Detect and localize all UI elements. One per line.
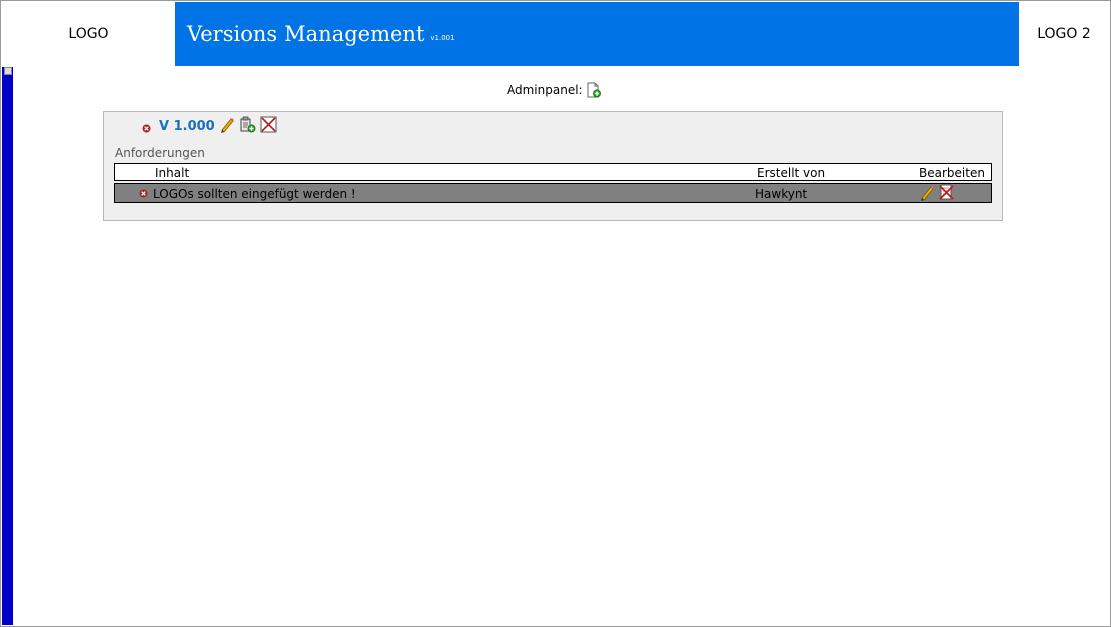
edit-version-icon[interactable] — [219, 117, 235, 136]
table-row: LOGOs sollten eingefügt werden ! Hawkynt — [114, 183, 992, 203]
header: LOGO Versions Management v1.001 LOGO 2 — [2, 2, 1109, 66]
requirements-table-header: Inhalt Erstellt von Bearbeiten — [114, 163, 992, 181]
row-created-by: Hawkynt — [755, 187, 808, 201]
side-toggle-handle-icon[interactable] — [4, 67, 12, 75]
page-title-part1: Versions — [187, 22, 278, 46]
version-header: V 1.000 — [142, 116, 277, 136]
row-content: LOGOs sollten eingefügt werden ! — [153, 187, 356, 201]
adminpanel-label: Adminpanel: — [507, 83, 583, 97]
new-document-icon[interactable] — [587, 82, 601, 98]
logo-right-text: LOGO 2 — [1037, 26, 1091, 42]
column-header-content: Inhalt — [155, 166, 190, 180]
column-header-edit: Bearbeiten — [919, 166, 985, 180]
side-toggle-bar[interactable] — [2, 67, 13, 625]
page-title-part2: Management — [284, 22, 425, 46]
logo-right[interactable]: LOGO 2 — [1019, 2, 1109, 66]
collapse-icon[interactable] — [142, 122, 151, 132]
version-label[interactable]: V 1.000 — [159, 119, 215, 134]
column-header-created-by: Erstellt von — [757, 166, 826, 180]
row-collapse-icon[interactable] — [139, 189, 148, 198]
title-bar: Versions Management v1.001 — [175, 2, 1019, 66]
requirements-label: Anforderungen — [115, 146, 205, 160]
edit-requirement-icon[interactable] — [919, 185, 935, 201]
version-panel: V 1.000 Anforderungen Inhalt Erstellt vo… — [103, 111, 1003, 221]
delete-version-icon[interactable] — [260, 116, 277, 136]
add-requirement-icon[interactable] — [239, 116, 256, 136]
app-version: v1.001 — [430, 34, 455, 42]
logo-left-text: LOGO — [68, 26, 109, 42]
logo-left[interactable]: LOGO — [2, 2, 175, 66]
adminpanel: Adminpanel: — [507, 82, 601, 98]
delete-requirement-icon[interactable] — [938, 184, 955, 201]
